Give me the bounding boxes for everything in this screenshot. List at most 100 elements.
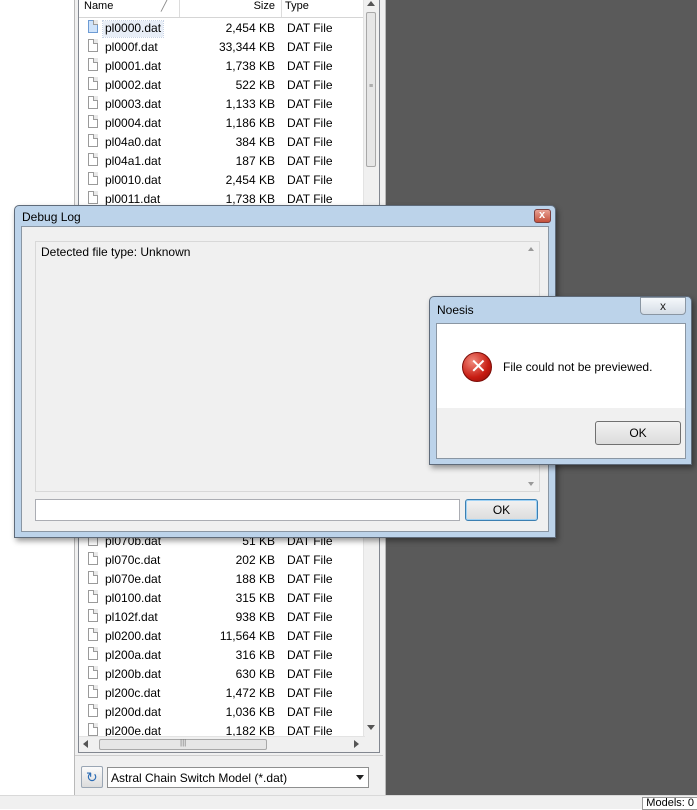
file-name: pl102f.dat xyxy=(105,610,158,624)
log-text: Detected file type: Unknown xyxy=(41,245,191,259)
file-type: DAT File xyxy=(287,21,333,35)
message-area: ✕ File could not be previewed. xyxy=(437,324,685,408)
file-type: DAT File xyxy=(287,629,333,643)
file-icon xyxy=(88,115,98,128)
scroll-down-icon[interactable] xyxy=(367,725,375,730)
file-row[interactable]: pl070e.dat 188 KB DAT File xyxy=(79,569,365,588)
sort-indicator-icon: ╱ xyxy=(161,0,168,12)
file-name: pl0001.dat xyxy=(105,59,162,73)
file-row[interactable]: pl200b.dat 630 KB DAT File xyxy=(79,664,365,683)
file-row[interactable]: pl0003.dat 1,133 KB DAT File xyxy=(79,94,365,113)
file-row[interactable]: pl0001.dat 1,738 KB DAT File xyxy=(79,56,365,75)
file-size: 315 KB xyxy=(235,591,275,605)
file-type: DAT File xyxy=(287,97,333,111)
file-row[interactable]: pl200d.dat 1,036 KB DAT File xyxy=(79,702,365,721)
file-row[interactable]: pl000f.dat 33,344 KB DAT File xyxy=(79,37,365,56)
file-icon xyxy=(88,647,98,660)
format-filter-value: Astral Chain Switch Model (*.dat) xyxy=(111,771,288,785)
file-name: pl000f.dat xyxy=(105,40,158,54)
refresh-button[interactable]: ↻ xyxy=(81,766,103,788)
models-count-label: Models: 0 xyxy=(642,797,697,810)
file-type: DAT File xyxy=(287,648,333,662)
file-row[interactable]: pl0200.dat 11,564 KB DAT File xyxy=(79,626,365,645)
file-icon xyxy=(88,609,98,622)
format-filter-select[interactable]: Astral Chain Switch Model (*.dat) xyxy=(107,767,369,788)
scrollbar-thumb[interactable]: ≡ xyxy=(366,12,376,167)
scroll-down-icon[interactable] xyxy=(528,482,534,486)
chevron-down-icon[interactable] xyxy=(356,775,364,780)
file-row[interactable]: pl0010.dat 2,454 KB DAT File xyxy=(79,170,365,189)
file-name: pl200b.dat xyxy=(105,667,162,681)
file-type: DAT File xyxy=(287,192,333,206)
command-input[interactable] xyxy=(35,499,460,521)
file-type: DAT File xyxy=(287,173,333,187)
file-name: pl0004.dat xyxy=(105,116,162,130)
scroll-left-icon[interactable] xyxy=(83,740,88,748)
file-name: pl0100.dat xyxy=(105,591,162,605)
file-row[interactable]: pl04a0.dat 384 KB DAT File xyxy=(79,132,365,151)
file-icon xyxy=(88,58,98,71)
file-type: DAT File xyxy=(287,135,333,149)
dialog-content: ✕ File could not be previewed. OK xyxy=(436,323,686,459)
scroll-right-icon[interactable] xyxy=(354,740,359,748)
file-size: 187 KB xyxy=(235,154,275,168)
file-name: pl070c.dat xyxy=(105,553,161,567)
column-header-type[interactable]: Type xyxy=(285,0,365,17)
file-name: pl0000.dat xyxy=(101,20,165,38)
file-icon xyxy=(88,628,98,641)
horizontal-scrollbar[interactable]: ||| xyxy=(79,736,365,752)
file-type: DAT File xyxy=(287,705,333,719)
file-icon xyxy=(88,571,98,584)
file-row[interactable]: pl04a1.dat 187 KB DAT File xyxy=(79,151,365,170)
file-icon xyxy=(88,172,98,185)
file-row[interactable]: pl0000.dat 2,454 KB DAT File xyxy=(79,18,365,38)
file-icon xyxy=(88,77,98,90)
file-type: DAT File xyxy=(287,572,333,586)
file-row[interactable]: pl200a.dat 316 KB DAT File xyxy=(79,645,365,664)
file-icon xyxy=(88,39,98,52)
file-name: pl0010.dat xyxy=(105,173,162,187)
file-name: pl0002.dat xyxy=(105,78,162,92)
dialog-message: File could not be previewed. xyxy=(503,360,653,374)
file-type: DAT File xyxy=(287,667,333,681)
file-row[interactable]: pl0004.dat 1,186 KB DAT File xyxy=(79,113,365,132)
scroll-up-icon[interactable] xyxy=(528,247,534,251)
file-size: 384 KB xyxy=(235,135,275,149)
noesis-dialog[interactable]: Noesis x ✕ File could not be previewed. … xyxy=(429,296,692,465)
column-header-size[interactable]: Size xyxy=(179,0,275,17)
dialog-title: Noesis xyxy=(437,303,474,317)
file-size: 1,472 KB xyxy=(225,686,275,700)
file-name: pl200a.dat xyxy=(105,648,162,662)
file-icon xyxy=(88,704,98,717)
column-divider[interactable] xyxy=(281,0,282,17)
file-row[interactable]: pl0100.dat 315 KB DAT File xyxy=(79,588,365,607)
file-icon xyxy=(88,685,98,698)
file-icon xyxy=(88,723,98,736)
file-row[interactable]: pl102f.dat 938 KB DAT File xyxy=(79,607,365,626)
file-row[interactable]: pl0002.dat 522 KB DAT File xyxy=(79,75,365,94)
file-icon xyxy=(88,134,98,147)
file-name: pl04a1.dat xyxy=(105,154,162,168)
file-type: DAT File xyxy=(287,116,333,130)
file-name: pl0200.dat xyxy=(105,629,162,643)
file-type: DAT File xyxy=(287,78,333,92)
file-size: 1,133 KB xyxy=(225,97,275,111)
close-button[interactable]: x xyxy=(534,209,551,223)
file-size: 1,186 KB xyxy=(225,116,275,130)
list-header: Name ╱ Size Type xyxy=(79,0,365,18)
divider xyxy=(75,755,383,756)
file-size: 630 KB xyxy=(235,667,275,681)
scroll-up-icon[interactable] xyxy=(367,1,375,6)
file-size: 202 KB xyxy=(235,553,275,567)
file-row[interactable]: pl200c.dat 1,472 KB DAT File xyxy=(79,683,365,702)
close-button[interactable]: x xyxy=(640,297,686,315)
dialog-ok-button[interactable]: OK xyxy=(595,421,681,445)
file-name: pl04a0.dat xyxy=(105,135,162,149)
file-size: 1,036 KB xyxy=(225,705,275,719)
file-type: DAT File xyxy=(287,40,333,54)
file-row[interactable]: pl070c.dat 202 KB DAT File xyxy=(79,550,365,569)
grip-icon: ||| xyxy=(180,738,187,747)
debug-ok-button[interactable]: OK xyxy=(465,499,538,521)
file-size: 2,454 KB xyxy=(225,173,275,187)
error-icon: ✕ xyxy=(462,352,492,382)
